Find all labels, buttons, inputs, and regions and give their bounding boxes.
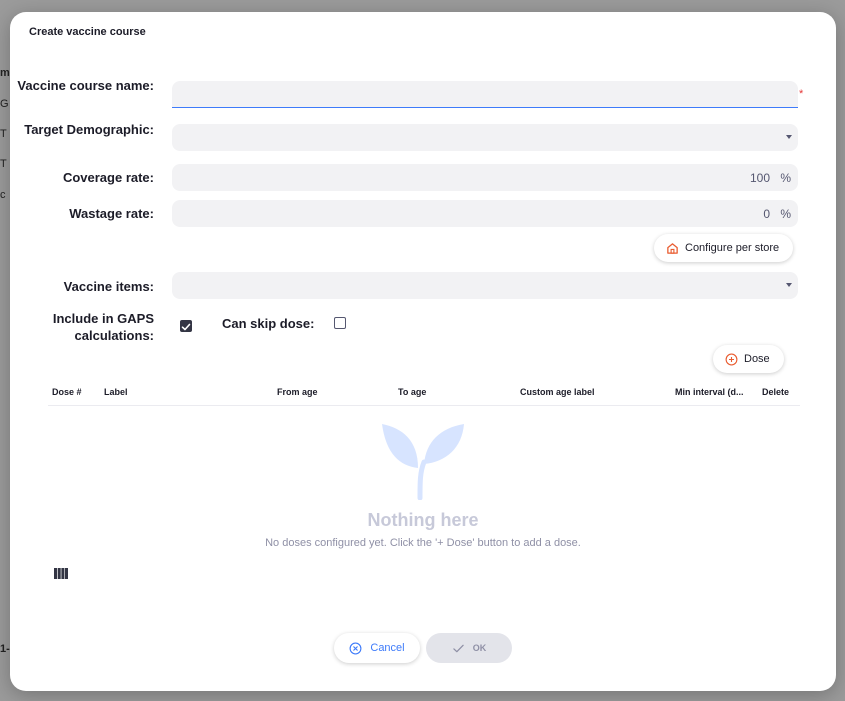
column-custom-age-label[interactable]: Custom age label — [520, 387, 595, 397]
wastage-rate-value: 0 — [763, 207, 770, 221]
plus-circle-icon — [725, 353, 738, 365]
configure-per-store-button[interactable]: Configure per store — [654, 234, 794, 262]
cancel-label: Cancel — [370, 642, 405, 654]
empty-state-title: Nothing here — [367, 510, 479, 530]
checkmark-icon — [453, 644, 464, 652]
wastage-rate-label: Wastage rate: — [69, 206, 154, 221]
background-text: T — [0, 158, 7, 170]
column-from-age[interactable]: From age — [277, 387, 318, 397]
can-skip-dose-label: Can skip dose: — [222, 316, 315, 331]
ok-button[interactable]: OK — [426, 633, 512, 663]
wastage-rate-field[interactable]: 0 % — [172, 200, 798, 227]
chevron-down-icon — [786, 283, 792, 287]
vaccine-items-select[interactable] — [172, 272, 798, 299]
background-text: 1- — [0, 643, 10, 655]
coverage-rate-unit: % — [780, 171, 791, 185]
coverage-rate-field[interactable]: 100 % — [172, 164, 798, 191]
target-demographic-select[interactable] — [172, 124, 798, 151]
include-gaps-label: Include in GAPS calculations: — [52, 311, 154, 343]
close-circle-icon — [349, 642, 362, 654]
doses-table-header: Dose # Label From age To age Custom age … — [48, 382, 800, 406]
vaccine-course-name-field[interactable] — [172, 81, 798, 108]
include-gaps-checkbox[interactable] — [180, 320, 192, 332]
background-text: G — [0, 98, 9, 110]
create-vaccine-course-dialog: Create vaccine course Vaccine course nam… — [10, 12, 836, 691]
coverage-rate-label: Coverage rate: — [62, 170, 154, 185]
dialog-title: Create vaccine course — [29, 26, 146, 38]
add-dose-label: Dose — [744, 353, 770, 365]
plant-sprout-icon — [382, 424, 464, 500]
required-indicator: * — [799, 88, 804, 100]
column-to-age[interactable]: To age — [398, 387, 426, 397]
vaccine-items-label: Vaccine items: — [63, 279, 154, 294]
configure-per-store-label: Configure per store — [685, 242, 780, 254]
background-text: T — [0, 128, 7, 140]
vaccine-course-name-label: Vaccine course name: — [17, 78, 154, 93]
target-demographic-label: Target Demographic: — [24, 122, 154, 137]
wastage-rate-unit: % — [780, 207, 791, 221]
chevron-down-icon — [786, 135, 792, 139]
coverage-rate-value: 100 — [749, 171, 770, 185]
can-skip-dose-checkbox[interactable] — [334, 317, 346, 329]
background-text: c — [0, 189, 6, 201]
add-dose-button[interactable]: Dose — [713, 345, 784, 373]
vaccine-course-name-input[interactable] — [172, 81, 798, 107]
store-icon — [667, 242, 678, 254]
checkmark-icon — [181, 323, 191, 331]
column-dose-number[interactable]: Dose # — [52, 387, 82, 397]
columns-icon[interactable] — [54, 568, 68, 579]
column-delete[interactable]: Delete — [762, 387, 789, 397]
cancel-button[interactable]: Cancel — [334, 633, 420, 663]
ok-label: OK — [472, 643, 487, 653]
column-label[interactable]: Label — [104, 387, 128, 397]
empty-state-message: No doses configured yet. Click the '+ Do… — [265, 537, 581, 549]
column-min-interval[interactable]: Min interval (d... — [675, 387, 744, 397]
